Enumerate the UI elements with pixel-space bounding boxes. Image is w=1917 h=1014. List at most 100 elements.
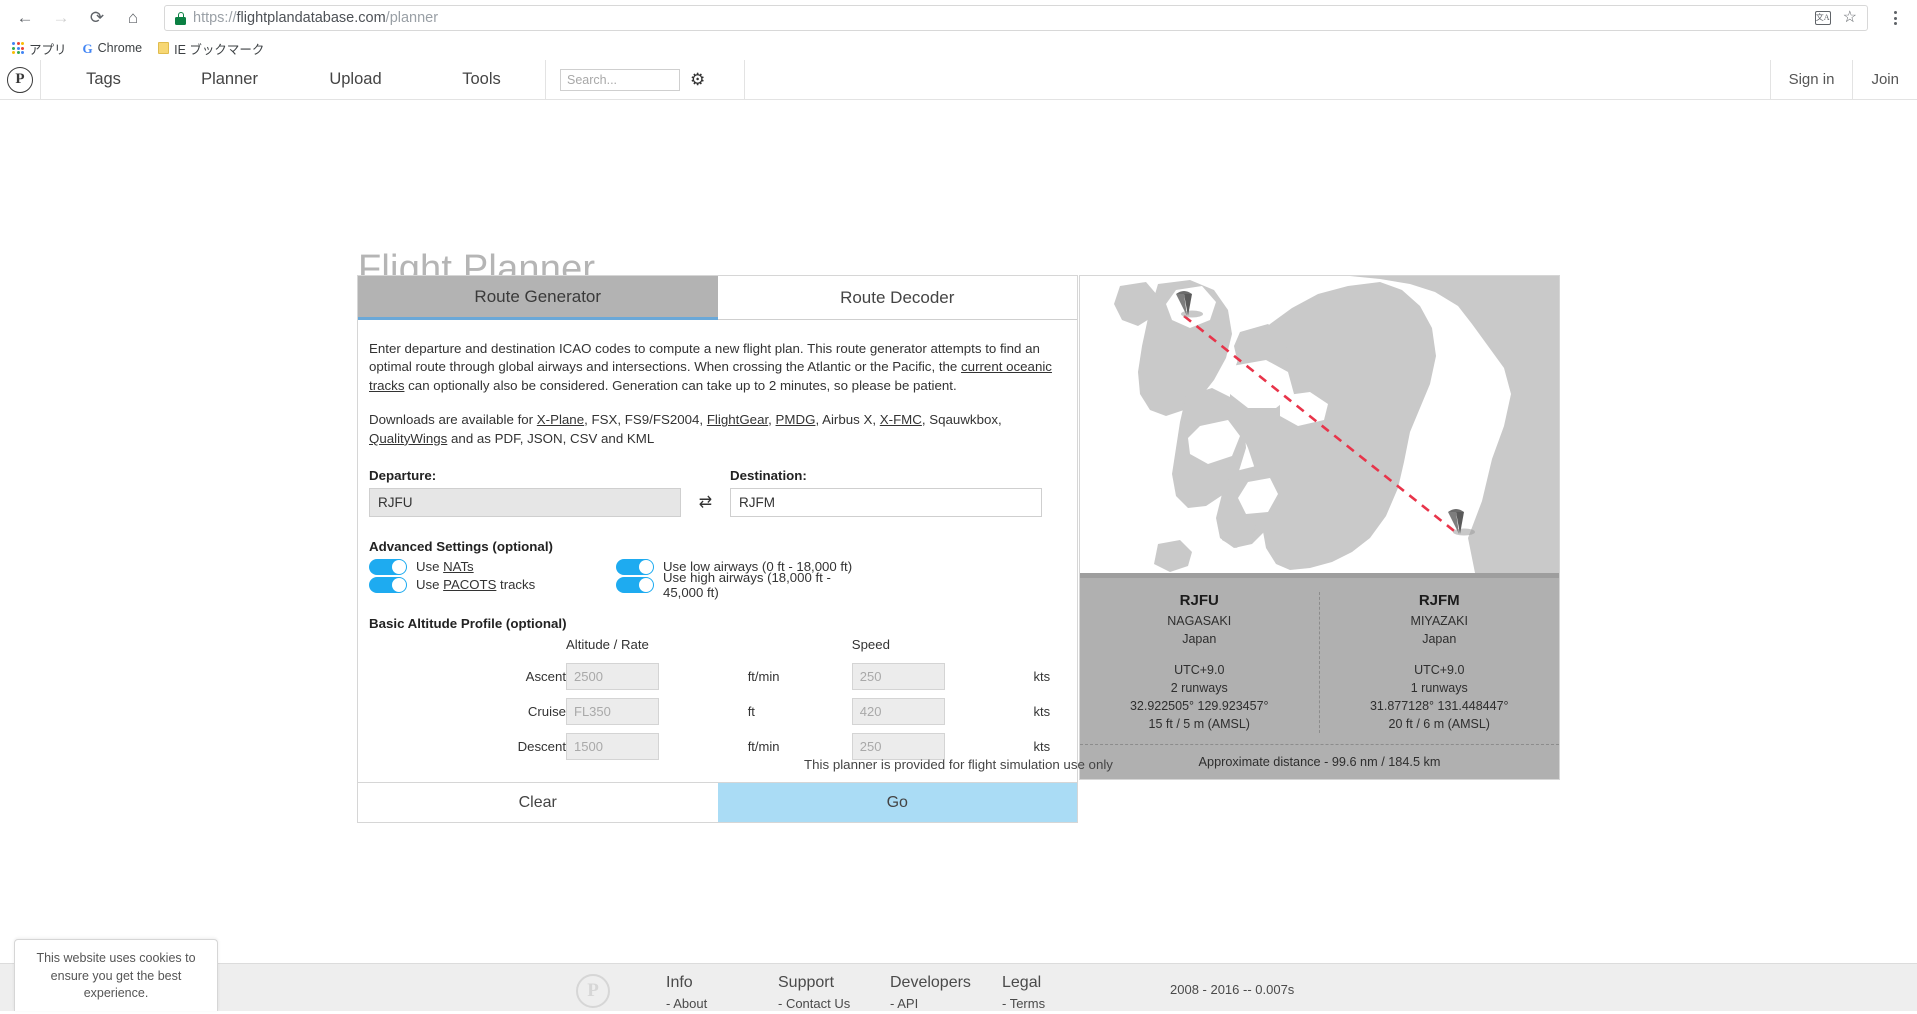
cruise-altitude-input[interactable] [566,698,659,726]
toggle-row-nats: Use NATs [369,558,616,575]
toggle-group-tracks: Use NATs Use PACOTS tracks [369,558,616,594]
swap-airports-icon[interactable]: ⇄ [681,492,730,517]
row-label-header [369,637,566,659]
address-bar[interactable]: https://flightplandatabase.com/planner 文… [164,5,1868,31]
sqauwkbox-text: Sqauwkbox [929,412,999,428]
use-pacots-toggle[interactable] [369,576,407,593]
chrome-menu-icon[interactable] [1888,7,1903,29]
col-gap [810,694,852,729]
footer-heading: Developers [890,974,971,991]
destination-airport-card: RJFM MIYAZAKI Japan UTC+9.0 1 runways 31… [1320,592,1560,733]
search-input[interactable] [560,68,680,91]
forward-icon[interactable]: → [50,7,72,29]
destination-utc: UTC+9.0 [1414,662,1465,677]
sign-in-button[interactable]: Sign in [1769,60,1853,99]
flightgear-link[interactable]: FlightGear [707,412,768,427]
bookmark-label: IE ブックマーク [174,42,265,57]
back-icon[interactable]: ← [14,7,36,29]
cruise-altitude-unit: ft [747,704,755,720]
bookmark-chrome[interactable]: G Chrome [83,41,143,55]
departure-icao: RJFU [1179,592,1219,609]
url-domain: flightplandatabase.com [236,10,386,26]
use-low-airways-toggle[interactable] [616,558,654,575]
bookmark-apps[interactable]: アプリ [12,39,67,58]
clear-button[interactable]: Clear [358,783,718,823]
intro-paragraph: Enter departure and destination ICAO cod… [369,340,1066,395]
qualitywings-link[interactable]: QualityWings [369,431,447,446]
site-logo[interactable]: P [0,60,41,99]
toggle-row-high-airways: Use high airways (18,000 ft - 45,000 ft) [616,570,863,600]
xplane-link[interactable]: X-Plane [537,412,584,427]
use-high-airways-label: Use high airways (18,000 ft - 45,000 ft) [663,569,831,600]
use-nats-toggle[interactable] [369,558,407,575]
airport-columns: RJFU NAGASAKI Japan UTC+9.0 2 runways 32… [1080,592,1559,733]
departure-utc: UTC+9.0 [1174,662,1225,677]
cruise-speed-input[interactable] [851,698,945,726]
downloads-prefix: Downloads are available for [369,412,537,428]
footer-heading: Info [666,974,693,991]
destination-coords: 31.877128° 131.448447° [1369,698,1509,713]
departure-coords: 32.922505° 129.923457° [1129,698,1269,713]
footer-logo-icon: P [576,974,610,1008]
ascent-label: Ascent [525,669,566,685]
home-icon[interactable]: ⌂ [122,7,144,29]
cruise-speed-unit: kts [1033,704,1051,720]
destination-input[interactable] [730,488,1042,518]
footer-link-about[interactable]: - About [666,995,778,1014]
nav-item-planner[interactable]: Planner [167,60,293,99]
xfmc-link[interactable]: X-FMC [880,412,922,427]
tab-route-decoder[interactable]: Route Decoder [717,276,1077,320]
table-row: Ascent ft/min kts [369,659,1066,694]
page-body: Flight Planner Route Generator Route Dec… [0,100,1917,1010]
gear-icon[interactable]: ⚙ [690,71,705,88]
planner-tabs: Route Generator Route Decoder [358,276,1077,320]
destination-field-group: Destination: [730,468,1042,518]
use-nats-label: Use NATs [416,559,474,575]
footer-col-developers: Developers - API [890,974,1002,1014]
nav-item-tags[interactable]: Tags [41,60,167,99]
speed-unit-header [1033,637,1066,659]
go-button[interactable]: Go [717,783,1077,823]
cookie-consent-banner[interactable]: This website uses cookies to ensure you … [14,938,218,1011]
airbusx-text: Airbus X [822,412,873,428]
table-row: Cruise ft kts [369,694,1066,729]
bookmark-ie[interactable]: IE ブックマーク [158,39,264,58]
search-area: ⚙ [545,60,745,99]
col-gap [810,637,852,659]
use-high-airways-toggle[interactable] [616,576,654,593]
url-scheme: https:// [193,10,237,26]
departure-airport-card: RJFU NAGASAKI Japan UTC+9.0 2 runways 32… [1080,592,1320,733]
speed-col-header: Speed [851,637,890,653]
destination-country: Japan [1422,631,1457,646]
toggle-group-airways: Use low airways (0 ft - 18,000 ft) Use h… [616,558,863,600]
tab-route-generator[interactable]: Route Generator [358,276,718,320]
ascent-rate-input[interactable] [566,663,659,691]
departure-country: Japan [1182,631,1217,646]
downloads-paragraph: Downloads are available for X-Plane, FSX… [369,412,1002,446]
pmdg-link[interactable]: PMDG [776,412,816,427]
departure-city: NAGASAKI [1167,614,1232,628]
nav-item-tools[interactable]: Tools [419,60,545,99]
ascent-speed-input[interactable] [851,663,945,691]
route-map[interactable] [1080,276,1559,573]
reload-icon[interactable]: ⟳ [86,7,108,29]
footer-logo: P [576,974,610,1008]
footer-link-terms[interactable]: - Terms [1002,995,1114,1014]
bookmark-star-icon[interactable]: ☆ [1843,10,1857,26]
footer-heading: Legal [1002,974,1042,991]
col-gap [810,659,852,694]
translate-icon[interactable]: 文A [1814,11,1831,25]
footer-link-contact-us[interactable]: - Contact Us [778,995,890,1014]
departure-runways: 2 runways [1170,680,1228,695]
nav-item-upload[interactable]: Upload [293,60,419,99]
footer-link-api[interactable]: - API [890,995,1002,1014]
browser-chrome: ← → ⟳ ⌂ https://flightplandatabase.com/p… [0,0,1917,60]
departure-elevation: 15 ft / 5 m (AMSL) [1148,716,1250,731]
flightplandatabase-logo-icon: P [7,66,33,93]
ascent-rate-unit: ft/min [747,669,780,685]
departure-input[interactable] [369,488,681,518]
join-button[interactable]: Join [1852,60,1917,99]
apps-grid-icon [12,42,24,54]
toggle-row-pacots: Use PACOTS tracks [369,576,616,593]
footer-columns: Info - About Support - Contact Us Develo… [666,974,1114,1014]
